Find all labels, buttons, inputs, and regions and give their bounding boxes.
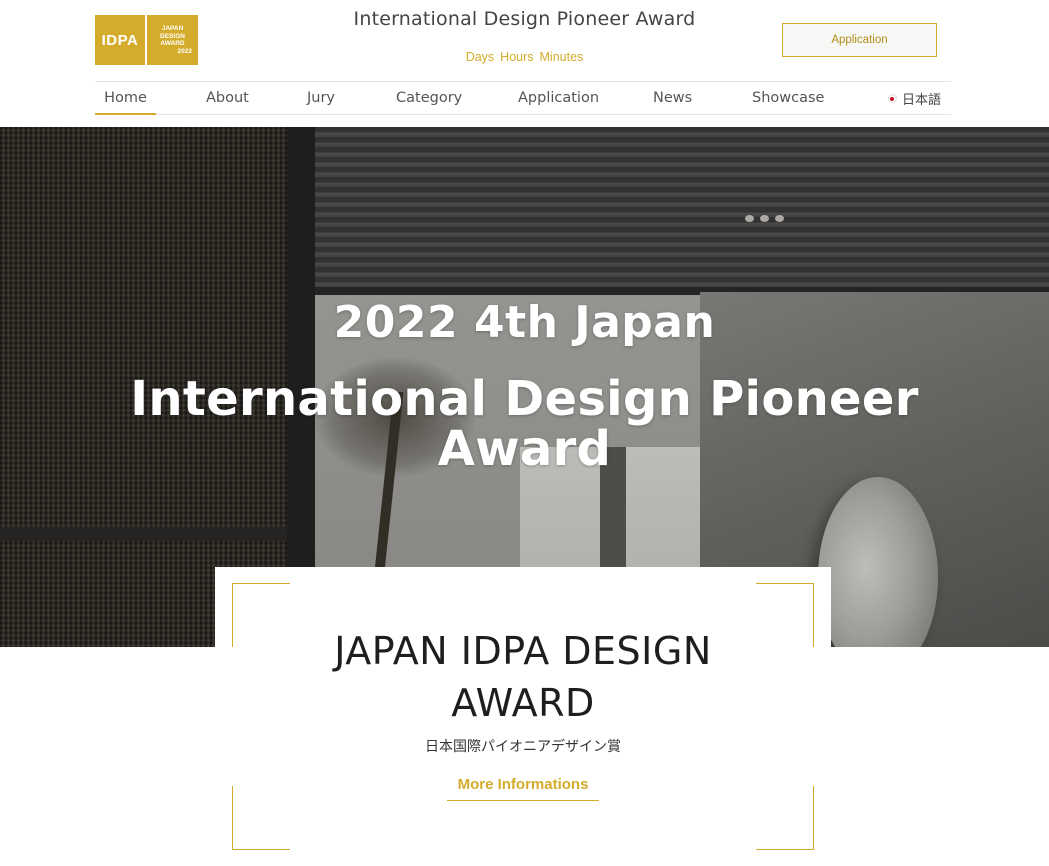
language-switch[interactable]: 日本語	[887, 82, 941, 115]
card-title-line1: JAPAN IDPA DESIGN	[334, 629, 712, 673]
nav-item-home[interactable]: Home	[95, 82, 156, 115]
application-button[interactable]: Application	[782, 23, 937, 57]
language-label: 日本語	[901, 93, 941, 108]
countdown-minutes: Minutes	[539, 50, 584, 64]
nav-item-category[interactable]: Category	[396, 82, 462, 115]
more-informations-link[interactable]: More Informations	[447, 773, 599, 801]
card-subtitle-japanese: 日本国際パイオニアデザイン賞	[425, 739, 621, 755]
nav-item-about[interactable]: About	[206, 82, 249, 115]
countdown-days: Days	[465, 50, 495, 64]
japan-flag-icon	[887, 94, 897, 103]
nav-item-application[interactable]: Application	[518, 82, 599, 115]
award-info-card: JAPAN IDPA DESIGN AWARD 日本国際パイオニアデザイン賞 M…	[215, 567, 831, 866]
site-header: IDPA JAPAN DESIGN AWARD 2022 Internation…	[0, 0, 1049, 127]
hero-title-line2: International Design Pioneer	[130, 371, 919, 427]
logo-sub-line: DESIGN	[160, 32, 185, 40]
logo-sub-line: AWARD	[160, 40, 185, 47]
nav-item-jury[interactable]: Jury	[307, 82, 335, 115]
main-nav: Home About Jury Category Application New…	[95, 81, 951, 115]
nav-item-news[interactable]: News	[653, 82, 692, 115]
card-corner-bottom-left	[232, 786, 290, 850]
hero-title-line3: Award	[437, 421, 612, 477]
countdown-hours: Hours	[500, 50, 534, 64]
nav-item-showcase[interactable]: Showcase	[752, 82, 824, 115]
card-title-line2: AWARD	[451, 681, 595, 725]
hero-title-line1: 2022 4th Japan	[333, 297, 716, 348]
card-corner-bottom-right	[756, 786, 814, 850]
